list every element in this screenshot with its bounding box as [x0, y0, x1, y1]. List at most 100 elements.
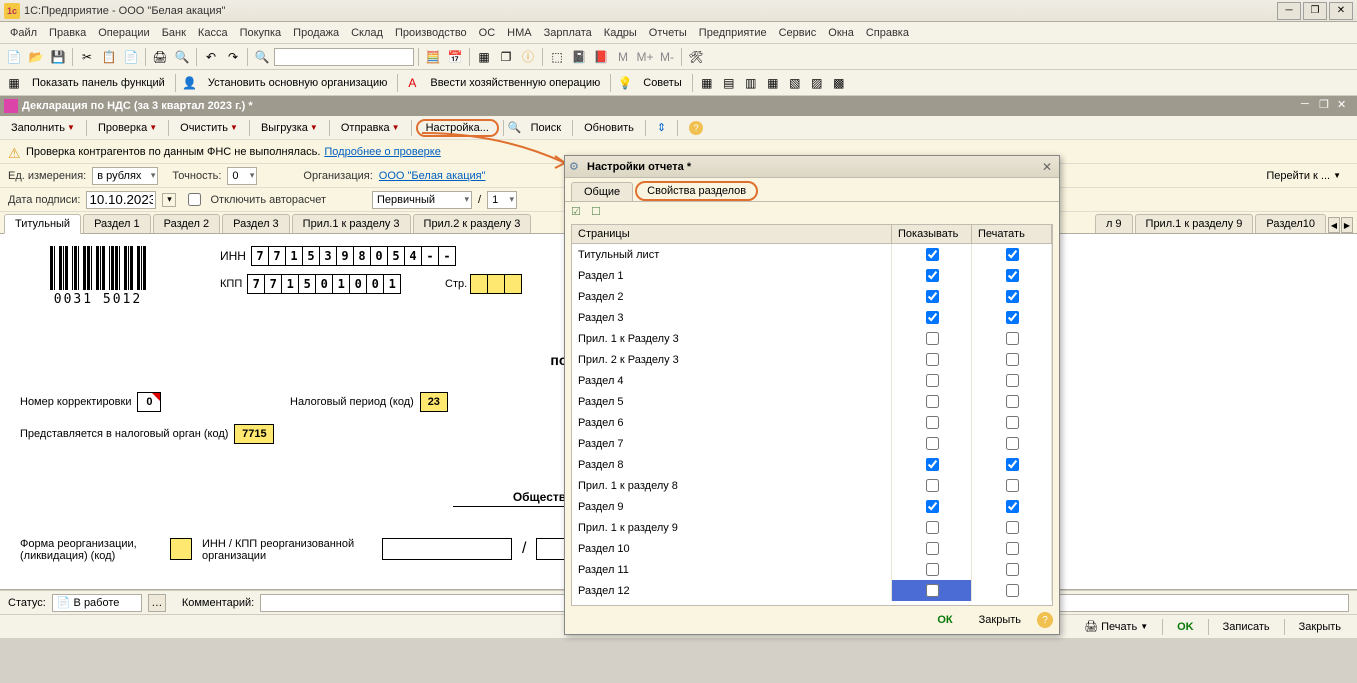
tax-period-cell[interactable]: 23 — [420, 392, 448, 412]
popup-checkall-icon[interactable]: ☑ — [571, 205, 587, 221]
redo-icon[interactable]: ↷ — [223, 47, 243, 67]
fill-button[interactable]: Заполнить ▼ — [4, 119, 82, 137]
doc-close[interactable]: ✕ — [1337, 98, 1353, 114]
doc-maximize[interactable]: ❐ — [1319, 98, 1335, 114]
export-button[interactable]: Выгрузка ▼ — [254, 119, 325, 137]
list6-icon[interactable]: ▩ — [829, 73, 849, 93]
type-combo[interactable]: Первичный — [372, 191, 472, 209]
tax-org-cell[interactable]: 7715 — [234, 424, 274, 444]
send-button[interactable]: Отправка ▼ — [334, 119, 407, 137]
print-checkbox[interactable] — [1006, 332, 1019, 345]
print-checkbox[interactable] — [1006, 311, 1019, 324]
menu-file[interactable]: Файл — [4, 25, 43, 41]
org-icon[interactable]: 👤 — [180, 73, 200, 93]
search-icon[interactable]: 🔍 — [252, 47, 272, 67]
menu-edit[interactable]: Правка — [43, 25, 92, 41]
col-pages[interactable]: Страницы — [572, 225, 892, 244]
menu-salary[interactable]: Зарплата — [538, 25, 598, 41]
menu-enterprise[interactable]: Предприятие — [693, 25, 773, 41]
org-link[interactable]: ООО "Белая акация" — [379, 170, 486, 182]
print-checkbox[interactable] — [1006, 479, 1019, 492]
tab-app1-3[interactable]: Прил.1 к разделу 3 — [292, 214, 411, 233]
show-checkbox[interactable] — [926, 290, 939, 303]
popup-tab-sections[interactable]: Свойства разделов — [635, 181, 758, 201]
search-button[interactable]: Поиск — [524, 119, 568, 137]
new-icon[interactable]: 📄 — [4, 47, 24, 67]
inn-cell[interactable]: 7 — [251, 246, 269, 266]
table-row[interactable]: Титульный лист — [572, 244, 1052, 266]
warning-link[interactable]: Подробнее о проверке — [324, 146, 440, 158]
dkt-icon[interactable]: ⬚ — [547, 47, 567, 67]
kpp-cell[interactable]: 1 — [383, 274, 401, 294]
close-button[interactable]: Закрыть — [1291, 619, 1349, 635]
inn-cell[interactable]: 4 — [404, 246, 422, 266]
table-row[interactable]: Прил. 1 к Разделу 3 — [572, 328, 1052, 349]
show-panel-button[interactable]: Показать панель функций — [26, 75, 171, 91]
calendar-icon[interactable]: ▾ — [162, 193, 176, 207]
tab-scroll-right[interactable]: ▶ — [1341, 217, 1353, 233]
show-checkbox[interactable] — [926, 563, 939, 576]
table-row[interactable]: Прил. 1 к разделу 9 — [572, 517, 1052, 538]
refresh-button[interactable]: Обновить — [577, 119, 641, 137]
print-checkbox[interactable] — [1006, 521, 1019, 534]
list3-icon[interactable]: ▦ — [763, 73, 783, 93]
tips-icon[interactable]: 💡 — [615, 73, 635, 93]
tab-section10[interactable]: Раздел10 — [1255, 214, 1326, 233]
kpp-cell[interactable]: 0 — [366, 274, 384, 294]
print-checkbox[interactable] — [1006, 500, 1019, 513]
show-checkbox[interactable] — [926, 584, 939, 597]
struct-icon[interactable]: ▦ — [697, 73, 717, 93]
menu-windows[interactable]: Окна — [822, 25, 860, 41]
tab-app1-9[interactable]: Прил.1 к разделу 9 — [1135, 214, 1254, 233]
panel-icon[interactable]: ▦ — [4, 73, 24, 93]
table-row[interactable]: Раздел 7 — [572, 433, 1052, 454]
inn-cell[interactable]: - — [438, 246, 456, 266]
print-checkbox[interactable] — [1006, 395, 1019, 408]
clear-button[interactable]: Очистить ▼ — [173, 119, 245, 137]
show-checkbox[interactable] — [926, 395, 939, 408]
kpp-cell[interactable]: 1 — [332, 274, 350, 294]
table-row[interactable]: Раздел 4 — [572, 370, 1052, 391]
save-button[interactable]: Записать — [1215, 619, 1278, 635]
menu-personnel[interactable]: Кадры — [598, 25, 643, 41]
set-org-button[interactable]: Установить основную организацию — [202, 75, 394, 91]
str-cell[interactable] — [487, 274, 505, 294]
kpp-cell[interactable]: 7 — [264, 274, 282, 294]
table-row[interactable]: Раздел 11 — [572, 559, 1052, 580]
print-checkbox[interactable] — [1006, 542, 1019, 555]
show-checkbox[interactable] — [926, 521, 939, 534]
popup-uncheckall-icon[interactable]: ☐ — [591, 205, 607, 221]
print-checkbox[interactable] — [1006, 248, 1019, 261]
tab-section2[interactable]: Раздел 2 — [153, 214, 221, 233]
menu-service[interactable]: Сервис — [773, 25, 823, 41]
correction-cell[interactable]: 0 — [137, 392, 161, 412]
search-input[interactable] — [274, 48, 414, 66]
kpp-cell[interactable]: 7 — [247, 274, 265, 294]
save-icon[interactable]: 💾 — [48, 47, 68, 67]
show-checkbox[interactable] — [926, 353, 939, 366]
print-checkbox[interactable] — [1006, 437, 1019, 450]
popup-close-button-2[interactable]: Закрыть — [969, 612, 1031, 628]
print-checkbox[interactable] — [1006, 458, 1019, 471]
tips-button[interactable]: Советы — [637, 75, 687, 91]
tab-scroll-left[interactable]: ◀ — [1328, 217, 1340, 233]
list1-icon[interactable]: ▤ — [719, 73, 739, 93]
unit-combo[interactable]: в рублях — [92, 167, 158, 185]
show-checkbox[interactable] — [926, 500, 939, 513]
table-row[interactable]: Раздел 10 — [572, 538, 1052, 559]
show-checkbox[interactable] — [926, 374, 939, 387]
expand-button[interactable]: ⇕ — [650, 118, 673, 137]
maximize-button[interactable]: ❐ — [1303, 2, 1327, 20]
filter-icon[interactable]: ▦ — [474, 47, 494, 67]
print-checkbox[interactable] — [1006, 290, 1019, 303]
table-row[interactable]: Раздел 5 — [572, 391, 1052, 412]
tab-title[interactable]: Титульный — [4, 214, 81, 234]
ok-button[interactable]: OK — [1169, 619, 1202, 635]
menu-os[interactable]: ОС — [473, 25, 502, 41]
tab-section1[interactable]: Раздел 1 — [83, 214, 151, 233]
print-checkbox[interactable] — [1006, 563, 1019, 576]
sign-date-input[interactable] — [86, 191, 156, 209]
menu-purchase[interactable]: Покупка — [234, 25, 288, 41]
menu-operations[interactable]: Операции — [92, 25, 155, 41]
table-row[interactable]: Раздел 2 — [572, 286, 1052, 307]
